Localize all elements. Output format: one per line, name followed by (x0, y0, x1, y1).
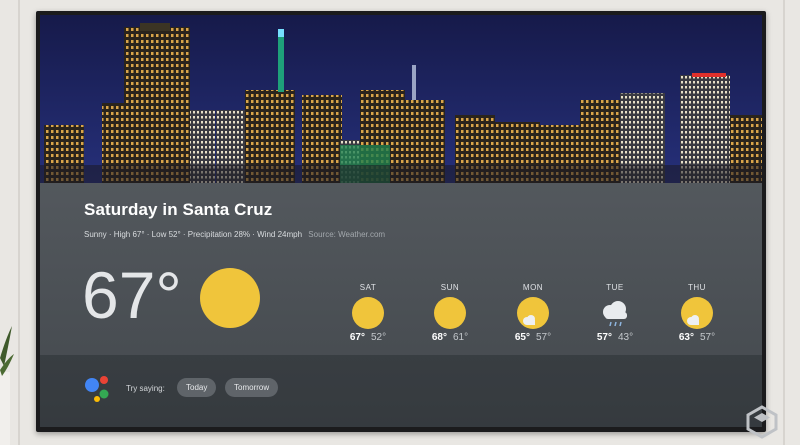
forecast-day-name: TUE (606, 283, 624, 292)
forecast-day[interactable]: THU 63° 57° (662, 283, 732, 343)
try-saying-label: Try saying: (126, 384, 165, 393)
current-temperature: 67° (82, 258, 182, 332)
wall-panel-line (783, 0, 785, 445)
city-skyline-background (40, 15, 762, 183)
forecast-low: 52° (371, 332, 387, 343)
forecast-temps: 57° 43° (580, 332, 650, 343)
forecast-high: 57° (596, 332, 612, 343)
weather-summary: Sunny · High 67° · Low 52° · Precipitati… (84, 230, 385, 239)
forecast-day[interactable]: TUE 57° 43° (580, 283, 650, 343)
plant (0, 326, 14, 376)
weather-conditions: Sunny · High 67° · Low 52° · Precipitati… (84, 230, 303, 239)
plant-pot (0, 372, 10, 445)
forecast-day-name: THU (688, 283, 706, 292)
forecast-low: 57° (536, 332, 552, 343)
forecast-high: 65° (514, 332, 530, 343)
forecast-temps: 67° 52° (333, 332, 403, 343)
weather-source: Source: Weather.com (308, 230, 386, 239)
google-assistant-icon[interactable] (84, 373, 114, 403)
forecast-temps: 65° 57° (498, 332, 568, 343)
forecast-day-name: SUN (440, 283, 460, 292)
partly-cloudy-icon (681, 297, 713, 329)
forecast-day[interactable]: SAT 67° 52° (333, 283, 403, 343)
weather-panel: Saturday in Santa Cruz Sunny · High 67° … (40, 183, 762, 427)
forecast-low: 43° (618, 332, 634, 343)
forecast-high: 67° (349, 332, 365, 343)
forecast-day-name: SAT (359, 283, 377, 292)
forecast-temps: 68° 61° (415, 332, 485, 343)
partly-cloudy-icon (517, 297, 549, 329)
forecast-low: 57° (700, 332, 716, 343)
sun-icon (200, 268, 260, 328)
watermark-logo (746, 405, 778, 439)
forecast-temps: 63° 57° (662, 332, 732, 343)
suggestion-chip-tomorrow[interactable]: Tomorrow (225, 378, 279, 397)
forecast-high: 63° (678, 332, 694, 343)
forecast-day[interactable]: SUN 68° 61° (415, 283, 485, 343)
tv-screen: Saturday in Santa Cruz Sunny · High 67° … (40, 15, 762, 427)
suggestion-chip-today[interactable]: Today (177, 378, 217, 397)
forecast-low: 61° (453, 332, 469, 343)
forecast-day[interactable]: MON 65° 57° (498, 283, 568, 343)
sun-icon (434, 297, 466, 329)
rain-cloud-icon (599, 297, 631, 329)
wall-panel-line (18, 0, 20, 445)
weather-title: Saturday in Santa Cruz (84, 200, 273, 219)
forecast-high: 68° (431, 332, 447, 343)
sun-icon (352, 297, 384, 329)
forecast-day-name: MON (522, 283, 544, 292)
